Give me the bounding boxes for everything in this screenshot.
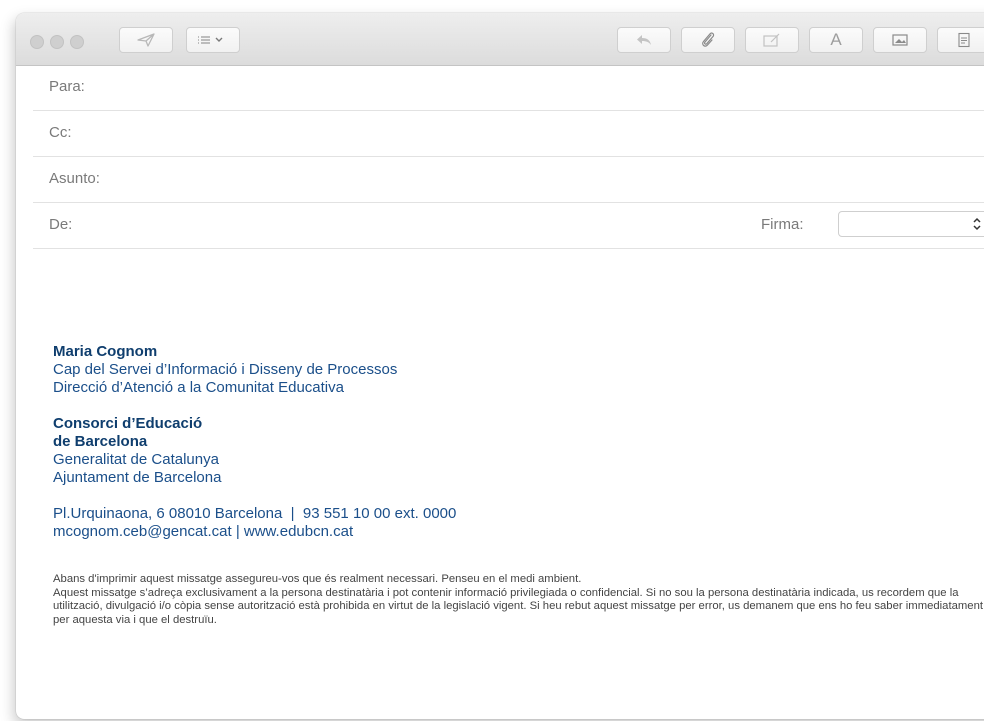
message-body[interactable]: Maria Cognom Cap del Servei d’Informació… (53, 343, 983, 627)
disclaimer-line2: Aquest missatge s’adreça exclusivament a… (53, 586, 984, 626)
subject-label: Asunto: (49, 170, 100, 187)
font-icon: A (830, 30, 842, 49)
signature-org-line2: de Barcelona (53, 433, 148, 450)
close-icon[interactable] (30, 35, 44, 49)
from-label: De: (49, 216, 73, 233)
signature-org-line1: Consorci d’Educació (53, 415, 203, 432)
font-button[interactable]: A (809, 27, 863, 53)
reply-icon (635, 33, 653, 47)
format-button[interactable] (937, 27, 984, 53)
format-icon (957, 32, 971, 48)
zoom-icon[interactable] (70, 35, 84, 49)
signature-contact: mcognom.ceb@gencat.cat | www.edubcn.cat (53, 523, 354, 540)
to-field[interactable]: Para: (33, 65, 984, 111)
photo-icon (891, 33, 909, 47)
signature-address: Pl.Urquinaona, 6 08010 Barcelona | 93 55… (53, 505, 457, 522)
signature-role: Cap del Servei d’Informació i Disseny de… (53, 361, 398, 378)
photo-button[interactable] (873, 27, 927, 53)
signature-affiliation2: Ajuntament de Barcelona (53, 469, 222, 486)
cc-label: Cc: (49, 124, 72, 141)
toolbar: A (16, 13, 984, 66)
subject-field[interactable]: Asunto: (33, 157, 984, 203)
list-menu-button[interactable] (186, 27, 240, 53)
from-field: De: Firma: (33, 203, 984, 249)
minimize-icon[interactable] (50, 35, 64, 49)
send-button[interactable] (119, 27, 173, 53)
compose-button[interactable] (745, 27, 799, 53)
signature-label: Firma: (761, 216, 804, 233)
reply-button[interactable] (617, 27, 671, 53)
signature-affiliation1: Generalitat de Catalunya (53, 451, 219, 468)
signature-select[interactable] (838, 211, 984, 237)
email-signature: Maria Cognom Cap del Servei d’Informació… (53, 343, 983, 541)
disclaimer-line1: Abans d'imprimir aquest missatge assegur… (53, 573, 582, 585)
attach-button[interactable] (681, 27, 735, 53)
send-icon (136, 32, 156, 48)
cc-field[interactable]: Cc: (33, 111, 984, 157)
signature-department: Direcció d’Atenció a la Comunitat Educat… (53, 379, 344, 396)
mail-compose-window: A Para: Cc: Asunto: De: Firma: Maria Cog… (16, 13, 984, 719)
signature-name: Maria Cognom (53, 343, 158, 360)
attach-icon (700, 31, 716, 49)
list-menu-icon (196, 34, 230, 46)
updown-chevron-icon (971, 215, 983, 238)
compose-icon (762, 32, 782, 48)
disclaimer: Abans d'imprimir aquest missatge assegur… (53, 573, 983, 627)
to-label: Para: (49, 78, 85, 95)
